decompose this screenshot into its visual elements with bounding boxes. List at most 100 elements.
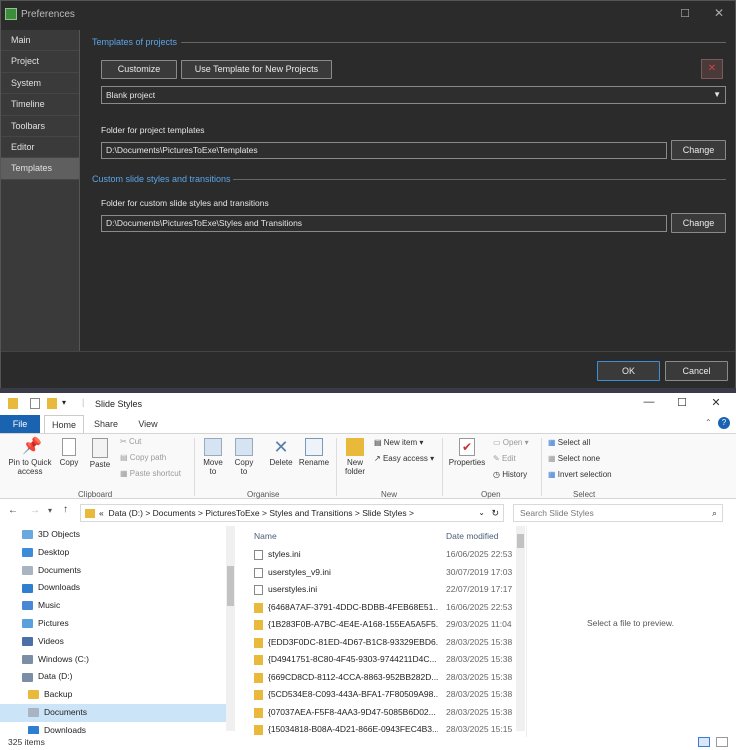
edit-button[interactable]: ✎ Edit [493, 454, 516, 463]
properties-button[interactable]: ✔ Properties [447, 438, 487, 467]
address-dropdown-icon[interactable]: ⌄ [478, 505, 485, 521]
nav-downloads-d-label: Downloads [44, 724, 87, 734]
delete-button[interactable]: ✕ Delete [266, 438, 296, 467]
nav-backup[interactable]: Backup [28, 686, 72, 704]
change-styles-folder-button[interactable]: Change [671, 213, 726, 233]
open-button[interactable]: ▭ Open ▾ [493, 438, 529, 447]
recent-chevron-icon[interactable]: ▾ [48, 506, 52, 515]
file-list-scrollbar[interactable] [516, 526, 525, 731]
nav-item-timeline[interactable]: Timeline [1, 94, 79, 116]
maximize-icon[interactable]: ☐ [677, 7, 693, 21]
easy-access-button[interactable]: ↗ Easy access ▾ [374, 454, 434, 463]
nav-item-main[interactable]: Main [1, 30, 79, 52]
copy-path-button[interactable]: ▤ Copy path [120, 453, 166, 462]
file-scroll-thumb[interactable] [517, 534, 524, 548]
details-view-icon[interactable] [698, 737, 710, 747]
history-button[interactable]: ◷ History [493, 470, 527, 479]
address-bar[interactable]: « Data (D:) > Documents > PicturesToExe … [80, 504, 504, 522]
file-row[interactable]: styles.ini 16/06/2025 22:53 [244, 546, 516, 564]
project-folder-field[interactable]: D:\Documents\PicturesToExe\Templates [101, 142, 667, 159]
copy-to-button[interactable]: Copy to [231, 438, 257, 476]
nav-scrollbar[interactable] [226, 526, 235, 731]
3d-objects-icon [22, 530, 33, 540]
nav-item-system[interactable]: System [1, 73, 79, 95]
file-row[interactable]: {669CD8CD-8112-4CCA-8863-952BB282D... 28/… [244, 669, 516, 687]
change-project-folder-button[interactable]: Change [671, 140, 726, 160]
tab-home[interactable]: Home [44, 415, 84, 433]
file-row[interactable]: {1B283F0B-A7BC-4E4E-A168-155EA5A5F5... 29… [244, 616, 516, 634]
column-date-modified[interactable]: Date modified [446, 526, 498, 546]
nav-music[interactable]: Music [22, 597, 60, 615]
nav-downloads-d[interactable]: Downloads [28, 722, 86, 734]
breadcrumb-styles-transitions[interactable]: Styles and Transitions [269, 508, 352, 518]
rename-button[interactable]: Rename [298, 438, 330, 467]
nav-3d-objects[interactable]: 3D Objects [22, 526, 80, 544]
close-icon[interactable]: ✕ [711, 6, 727, 22]
ribbon-collapse-icon[interactable]: ⌃ [705, 418, 712, 427]
cut-button[interactable]: ✂ Cut [120, 437, 141, 446]
tab-file[interactable]: File [0, 415, 40, 433]
search-input[interactable]: Search Slide Styles ⌕ [513, 504, 723, 522]
file-row[interactable]: {6468A7AF-3791-4DDC-BDBB-4FEB68E51... 16/… [244, 599, 516, 617]
help-icon[interactable]: ? [718, 417, 730, 429]
nav-item-toolbars[interactable]: Toolbars [1, 116, 79, 137]
new-folder-button[interactable]: New folder [340, 438, 370, 476]
file-row[interactable]: {EDD3F0DC-81ED-4D67-B1C8-93329EBD6... 28/… [244, 634, 516, 652]
ribbon-separator [336, 438, 337, 496]
select-all-button[interactable]: ▦ Select all [548, 438, 590, 447]
file-row[interactable]: {07037AEA-F5F8-4AA3-9D47-5085B6D02... 28/… [244, 704, 516, 722]
pin-icon: 📌 [22, 438, 42, 455]
breadcrumb-data-d[interactable]: Data (D:) [108, 508, 142, 518]
ini-file-icon [254, 550, 263, 560]
template-select[interactable]: Blank project ▼ [101, 86, 726, 104]
customize-button[interactable]: Customize [101, 60, 177, 79]
forward-arrow-icon[interactable]: → [30, 505, 40, 516]
column-name[interactable]: Name [254, 526, 277, 546]
nav-downloads[interactable]: Downloads [22, 579, 80, 597]
close-icon[interactable]: ✕ [707, 396, 725, 409]
copy-button[interactable]: Copy [58, 438, 80, 467]
cancel-button[interactable]: Cancel [665, 361, 728, 381]
use-template-button[interactable]: Use Template for New Projects [181, 60, 332, 79]
nav-documents[interactable]: Documents [22, 562, 81, 580]
nav-desktop[interactable]: Desktop [22, 544, 69, 562]
file-row[interactable]: userstyles.ini 22/07/2019 17:17 [244, 581, 516, 599]
nav-item-project[interactable]: Project [1, 51, 79, 73]
nav-scroll-thumb[interactable] [227, 566, 234, 606]
tab-share[interactable]: Share [90, 415, 122, 433]
tiles-view-icon[interactable] [716, 737, 728, 747]
new-folder-quick-icon[interactable] [47, 398, 57, 409]
refresh-icon[interactable]: ↻ [491, 505, 499, 521]
select-none-button[interactable]: ▦ Select none [548, 454, 600, 463]
file-row[interactable]: {D4941751-8C80-4F45-9303-9744211D4C... 28… [244, 651, 516, 669]
minimize-icon[interactable]: — [640, 396, 658, 408]
search-placeholder: Search Slide Styles [520, 508, 594, 518]
new-item-button[interactable]: ▤ New item ▾ [374, 438, 423, 447]
nav-videos[interactable]: Videos [22, 633, 64, 651]
breadcrumb-slide-styles[interactable]: Slide Styles [362, 508, 406, 518]
paste-button[interactable]: Paste [88, 438, 112, 469]
up-arrow-icon[interactable]: ↑ [63, 504, 68, 515]
tab-view[interactable]: View [132, 415, 164, 433]
properties-quick-icon[interactable] [30, 398, 40, 409]
nav-item-templates[interactable]: Templates [1, 158, 79, 180]
nav-data-d[interactable]: Data (D:) [22, 668, 72, 686]
breadcrumb-picturestoexe[interactable]: PicturesToExe [205, 508, 259, 518]
nav-documents-d[interactable]: Documents [0, 704, 226, 722]
styles-folder-field[interactable]: D:\Documents\PicturesToExe\Styles and Tr… [101, 215, 667, 232]
back-arrow-icon[interactable]: ← [8, 505, 18, 516]
paste-shortcut-button[interactable]: ▦ Paste shortcut [120, 469, 181, 478]
quick-access-chevron-icon[interactable]: ▾ [62, 398, 66, 407]
maximize-icon[interactable]: ☐ [673, 396, 691, 409]
ok-button[interactable]: OK [597, 361, 660, 381]
breadcrumb-documents[interactable]: Documents [153, 508, 196, 518]
nav-item-editor[interactable]: Editor [1, 137, 79, 159]
pin-quick-access-button[interactable]: 📌 Pin to Quick access [4, 438, 56, 476]
invert-selection-button[interactable]: ▦ Invert selection [548, 470, 612, 479]
delete-template-icon[interactable]: ✕ [701, 59, 723, 79]
file-row[interactable]: {5CD534E8-C093-443A-BFA1-7F80509A98... 28… [244, 686, 516, 704]
move-to-button[interactable]: Move to [200, 438, 226, 476]
nav-windows-c[interactable]: Windows (C:) [22, 651, 89, 669]
file-row[interactable]: userstyles_v9.ini 30/07/2019 17:03 [244, 564, 516, 582]
nav-pictures[interactable]: Pictures [22, 615, 69, 633]
